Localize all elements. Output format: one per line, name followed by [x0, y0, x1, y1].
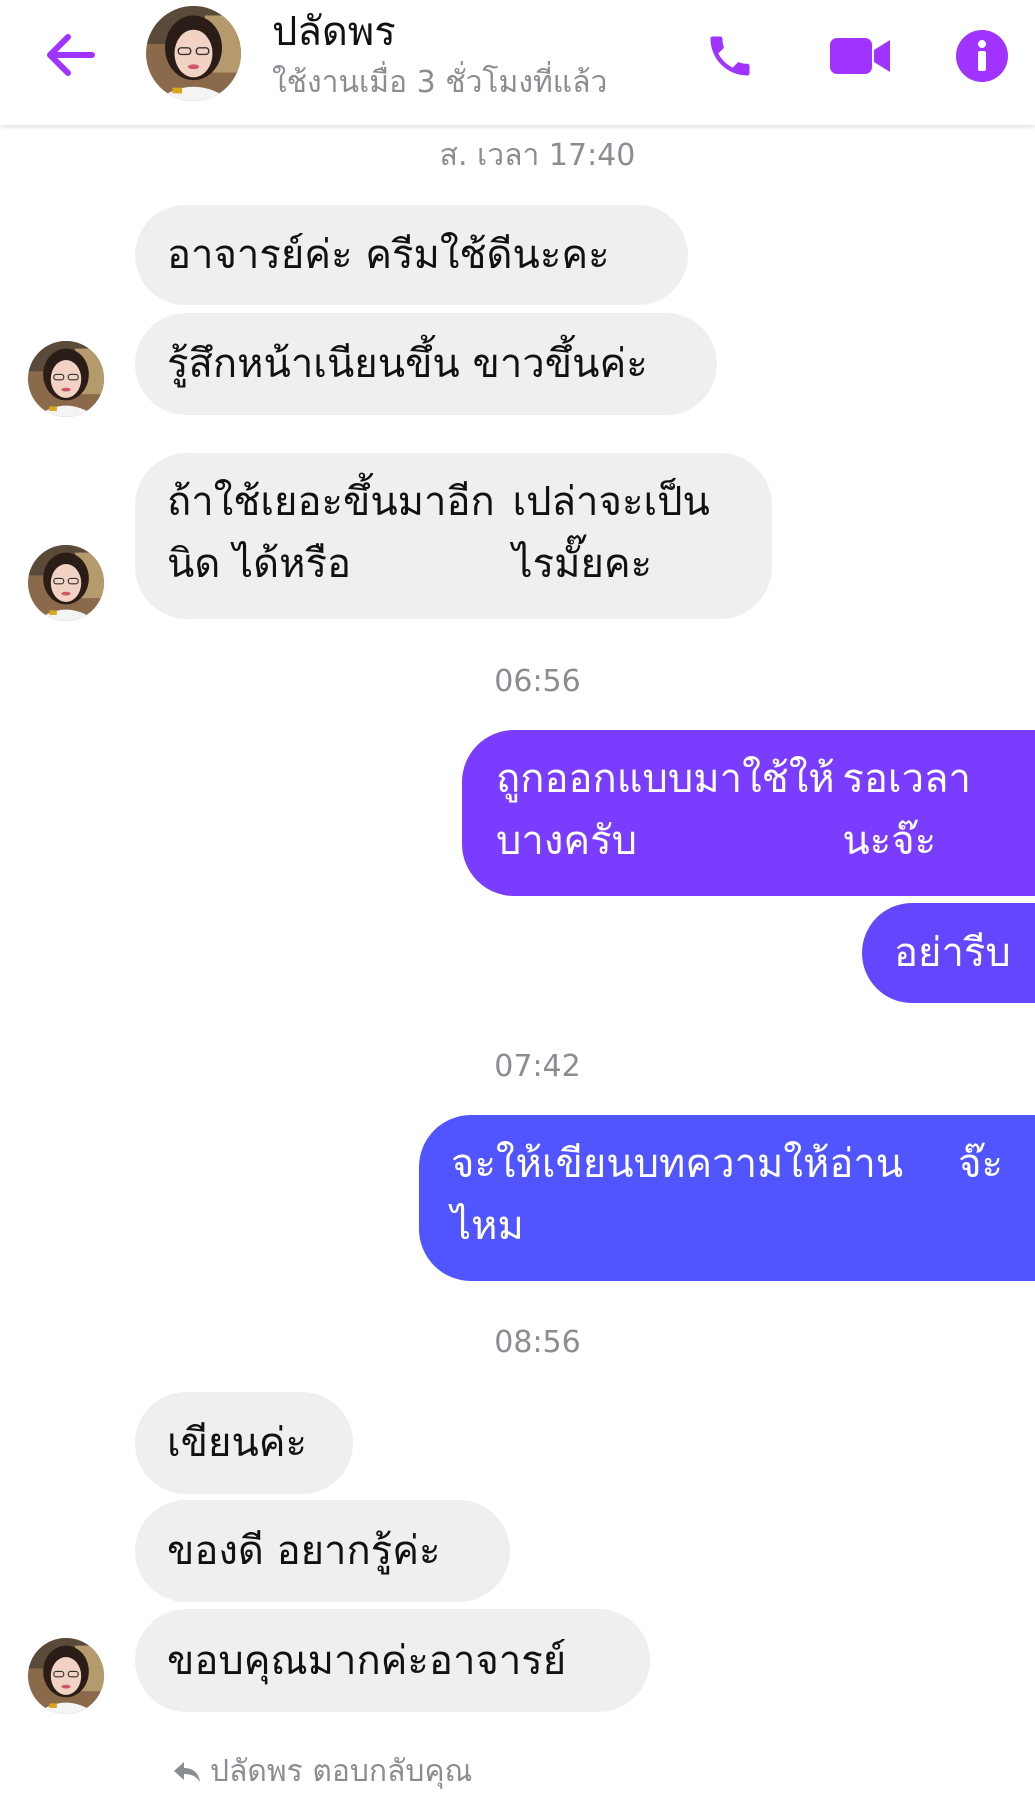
incoming-message[interactable]: ขอบคุณมากค่ะอาจารย์: [135, 1609, 650, 1712]
incoming-message[interactable]: ถ้าใช้เยอะขึ้นมาอีกนิด ได้หรือ เปล่าจะเป…: [135, 453, 772, 619]
reply-indicator: ปลัดพร ตอบกลับคุณ: [172, 1752, 472, 1792]
timestamp: 08:56: [494, 1325, 581, 1360]
info-button[interactable]: [942, 16, 1022, 96]
message-line: ถ้าใช้เยอะขึ้นมาอีกนิด ได้หรือ: [167, 479, 495, 587]
contact-status: ใช้งานเมื่อ 3 ชั่วโมงที่แล้ว: [272, 65, 608, 100]
timestamp: ส. เวลา 17:40: [439, 138, 636, 173]
timestamp: 06:56: [494, 664, 581, 699]
contact-avatar[interactable]: [146, 6, 241, 101]
sender-avatar[interactable]: [28, 341, 104, 417]
info-icon: [956, 30, 1008, 82]
incoming-message[interactable]: อาจารย์ค่ะ ครีมใช้ดีนะคะ: [135, 205, 688, 305]
back-button[interactable]: [30, 20, 110, 90]
message-line: เปล่าจะเป็นไรมั๊ยคะ: [512, 479, 710, 587]
video-camera-icon: [830, 38, 890, 74]
outgoing-message[interactable]: อย่ารีบ: [862, 903, 1035, 1003]
arrow-left-icon: [47, 34, 95, 76]
phone-icon: [710, 36, 750, 76]
video-call-button[interactable]: [815, 16, 905, 96]
sender-avatar[interactable]: [28, 1638, 104, 1714]
reply-note-text: ปลัดพร ตอบกลับคุณ: [210, 1754, 473, 1789]
message-line: จะให้เขียนบทความให้อ่านไหม: [451, 1141, 904, 1249]
call-button[interactable]: [690, 16, 770, 96]
incoming-message[interactable]: รู้สึกหน้าเนียนขึ้น ขาวขึ้นค่ะ: [135, 313, 717, 415]
contact-name[interactable]: ปลัดพร: [272, 8, 396, 56]
timestamp: 07:42: [494, 1049, 581, 1084]
outgoing-message[interactable]: ถูกออกแบบมาใช้ให้บางครับ รอเวลานะจ๊ะ: [462, 730, 1035, 896]
message-line: ถูกออกแบบมาใช้ให้บางครับ: [496, 756, 835, 864]
sender-avatar[interactable]: [28, 545, 104, 621]
incoming-message[interactable]: ของดี อยากรู้ค่ะ: [135, 1500, 510, 1602]
outgoing-message[interactable]: จะให้เขียนบทความให้อ่านไหม จ๊ะ: [419, 1115, 1035, 1281]
message-line: จ๊ะ: [958, 1141, 1003, 1187]
reply-arrow-icon: [174, 1762, 200, 1782]
incoming-message[interactable]: เขียนค่ะ: [135, 1392, 353, 1494]
chat-header: ปลัดพร ใช้งานเมื่อ 3 ชั่วโมงที่แล้ว: [0, 0, 1035, 125]
message-line: รอเวลานะจ๊ะ: [842, 756, 972, 864]
